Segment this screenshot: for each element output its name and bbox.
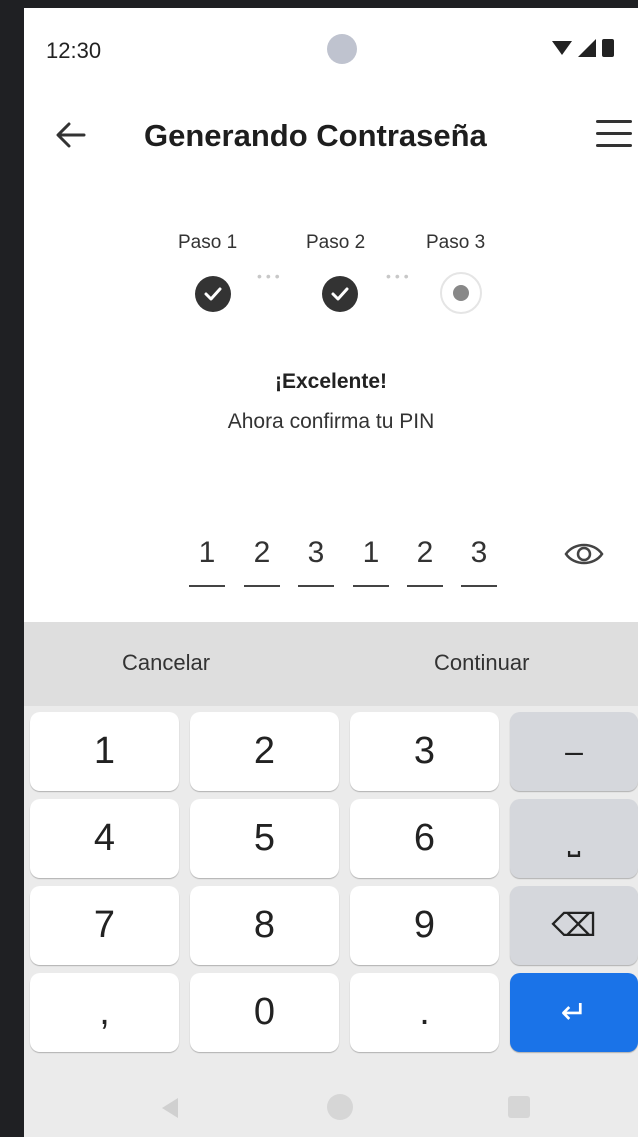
keyboard-action-bar: Cancelar Continuar: [24, 622, 638, 706]
pin-underline: [461, 585, 497, 587]
key-7[interactable]: 7: [30, 886, 179, 965]
enter-key-icon[interactable]: ↵: [510, 973, 638, 1052]
key-0[interactable]: 0: [190, 973, 339, 1052]
status-icons: [552, 39, 614, 57]
pin-underline: [298, 585, 334, 587]
step-1-label: Paso 1: [178, 232, 238, 253]
key-period[interactable]: .: [350, 973, 499, 1052]
key-5[interactable]: 5: [190, 799, 339, 878]
numeric-keyboard: 1 2 3 – 4 5 6 ⎵ 7 8 9 ⌫ , 0 . ↵: [24, 706, 638, 1137]
step-2-label: Paso 2: [306, 232, 366, 253]
key-8[interactable]: 8: [190, 886, 339, 965]
backspace-key-icon[interactable]: ⌫: [510, 886, 638, 965]
pin-underline: [353, 585, 389, 587]
key-comma[interactable]: ,: [30, 973, 179, 1052]
continue-button[interactable]: Continuar: [434, 650, 529, 676]
key-6[interactable]: 6: [350, 799, 499, 878]
pin-underline: [189, 585, 225, 587]
key-2[interactable]: 2: [190, 712, 339, 791]
phone-screen: 12:30 Generando Contraseña Paso 1 Paso 2…: [24, 8, 638, 1137]
message-subtitle: Ahora confirma tu PIN: [227, 410, 435, 433]
back-arrow-icon[interactable]: [54, 118, 88, 152]
page-title: Generando Contraseña: [144, 118, 487, 153]
step-connector: •••: [386, 268, 413, 284]
pin-digit-1[interactable]: 1: [189, 536, 225, 570]
wifi-icon: [552, 41, 572, 55]
step-connector: •••: [257, 268, 284, 284]
front-camera: [327, 34, 357, 64]
pin-underline: [244, 585, 280, 587]
step-1-check-icon: [195, 276, 231, 312]
nav-recents-icon[interactable]: [508, 1096, 530, 1118]
hamburger-menu-icon[interactable]: [596, 120, 632, 152]
pin-digit-3[interactable]: 3: [298, 536, 334, 570]
message-title: ¡Excelente!: [274, 370, 388, 393]
space-key-icon[interactable]: ⎵: [510, 799, 638, 878]
key-3[interactable]: 3: [350, 712, 499, 791]
battery-icon: [602, 39, 614, 57]
key-1[interactable]: 1: [30, 712, 179, 791]
pin-underline: [407, 585, 443, 587]
status-time: 12:30: [46, 38, 102, 63]
step-3-label: Paso 3: [426, 232, 486, 253]
pin-digit-6[interactable]: 3: [461, 536, 497, 570]
step-3-current-indicator: [440, 272, 482, 314]
nav-home-icon[interactable]: [327, 1094, 353, 1120]
step-2-check-icon: [322, 276, 358, 312]
show-pin-eye-icon[interactable]: [564, 540, 604, 568]
key-minus[interactable]: –: [510, 712, 638, 791]
pin-digit-4[interactable]: 1: [353, 536, 389, 570]
key-9[interactable]: 9: [350, 886, 499, 965]
pin-digit-2[interactable]: 2: [244, 536, 280, 570]
cancel-button[interactable]: Cancelar: [122, 650, 210, 676]
key-4[interactable]: 4: [30, 799, 179, 878]
pin-digit-5[interactable]: 2: [407, 536, 443, 570]
nav-back-icon[interactable]: [162, 1098, 178, 1118]
signal-icon: [578, 39, 596, 57]
